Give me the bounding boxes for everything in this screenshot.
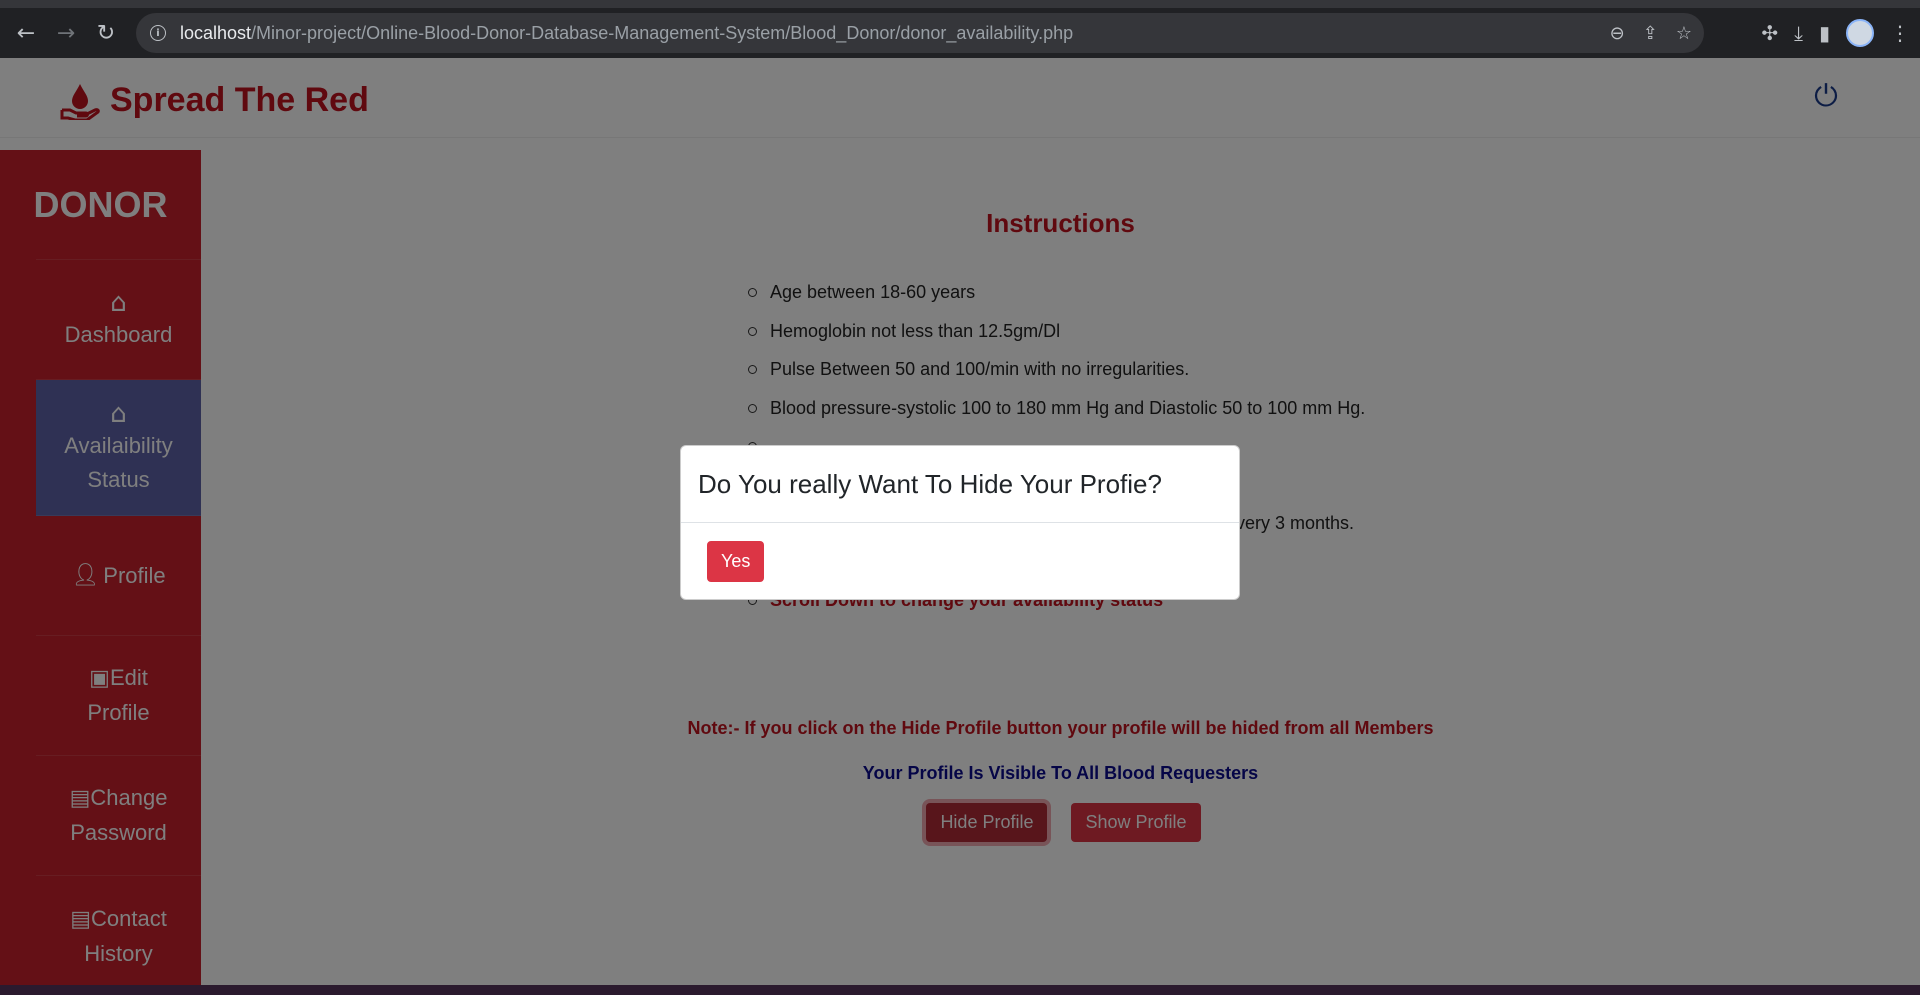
nav-buttons: ← → ↻ bbox=[6, 8, 126, 58]
yes-button[interactable]: Yes bbox=[707, 541, 765, 582]
site-info-icon[interactable]: i bbox=[150, 25, 166, 41]
toolbar-actions: ✣ ⤓ ▮ ⋮ bbox=[1761, 13, 1910, 53]
confirm-hide-modal: Do You really Want To Hide Your Profie? … bbox=[680, 445, 1240, 600]
profile-avatar[interactable] bbox=[1846, 19, 1874, 47]
reload-icon[interactable]: ↻ bbox=[86, 13, 126, 53]
modal-title: Do You really Want To Hide Your Profie? bbox=[681, 446, 1239, 523]
modal-body: Yes bbox=[681, 523, 1239, 600]
address-bar[interactable]: i localhost/Minor-project/Online-Blood-D… bbox=[136, 13, 1704, 53]
os-taskbar bbox=[0, 985, 1920, 995]
menu-icon[interactable]: ⋮ bbox=[1890, 21, 1910, 45]
extensions-icon[interactable]: ✣ bbox=[1761, 21, 1778, 45]
zoom-icon[interactable]: ⊖ bbox=[1610, 23, 1625, 44]
url-text[interactable]: localhost/Minor-project/Online-Blood-Don… bbox=[180, 23, 1073, 44]
side-panel-icon[interactable]: ▮ bbox=[1819, 21, 1830, 45]
url-path: /Minor-project/Online-Blood-Donor-Databa… bbox=[251, 22, 1074, 43]
omnibox-actions: ⊖ ⇪ ☆ bbox=[1610, 13, 1692, 53]
star-icon[interactable]: ☆ bbox=[1676, 23, 1692, 44]
browser-toolbar: ← → ↻ i localhost/Minor-project/Online-B… bbox=[0, 0, 1920, 58]
url-host: localhost bbox=[180, 22, 252, 43]
back-icon[interactable]: ← bbox=[6, 13, 46, 53]
share-icon[interactable]: ⇪ bbox=[1643, 23, 1658, 44]
download-icon[interactable]: ⤓ bbox=[1794, 21, 1803, 45]
forward-icon[interactable]: → bbox=[46, 13, 86, 53]
